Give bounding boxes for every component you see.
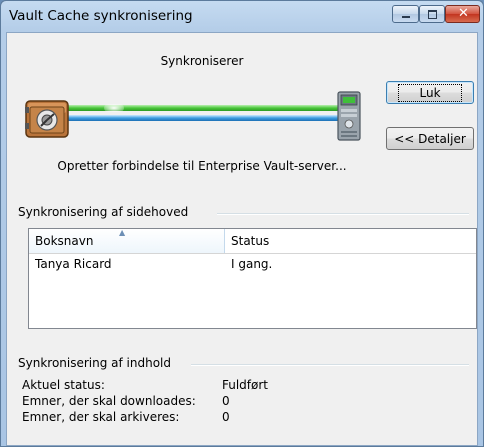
section-divider bbox=[217, 213, 469, 215]
connection-status-text: Opretter forbindelse til Enterprise Vaul… bbox=[57, 159, 347, 173]
info-label: Emner, der skal arkiveres: bbox=[22, 410, 180, 424]
info-value: 0 bbox=[222, 394, 230, 408]
content-sync-section-label: Synkronisering af indhold bbox=[18, 356, 180, 370]
close-button[interactable]: Luk bbox=[386, 81, 474, 104]
info-value: 0 bbox=[222, 410, 230, 424]
mailbox-status: I gang. bbox=[231, 257, 273, 271]
header-sync-section-label: Synkronisering af sidehoved bbox=[18, 205, 197, 219]
vault-safe-icon bbox=[25, 100, 69, 138]
details-button[interactable]: << Detaljer bbox=[386, 127, 474, 150]
close-window-button[interactable] bbox=[445, 5, 480, 23]
mailbox-list[interactable]: Boksnavn ▲ Status Tanya Ricard I gang. bbox=[28, 228, 477, 329]
mailbox-name: Tanya Ricard bbox=[35, 257, 112, 271]
server-icon bbox=[337, 91, 361, 141]
info-label: Emner, der skal downloades: bbox=[22, 394, 196, 408]
sync-dialog-window: Vault Cache synkronisering Synkroniserer bbox=[0, 0, 484, 447]
column-header-mailbox[interactable]: Boksnavn ▲ bbox=[29, 228, 225, 253]
column-header-status[interactable]: Status bbox=[225, 229, 476, 253]
pipe-glow bbox=[104, 104, 124, 112]
sort-ascending-icon: ▲ bbox=[119, 228, 126, 237]
sync-heading: Synkroniserer bbox=[160, 54, 244, 68]
section-divider bbox=[191, 364, 469, 366]
column-header-label: Boksnavn bbox=[35, 234, 94, 248]
title-bar[interactable]: Vault Cache synkronisering bbox=[1, 1, 483, 31]
dialog-client-area: Synkroniserer Opretter forbindelse til E… bbox=[6, 32, 478, 446]
window-title: Vault Cache synkronisering bbox=[9, 8, 193, 24]
blue-pipe bbox=[62, 115, 348, 121]
info-label: Aktuel status: bbox=[22, 378, 105, 392]
list-header: Boksnavn ▲ Status bbox=[29, 228, 476, 254]
maximize-button[interactable] bbox=[419, 5, 445, 23]
list-item[interactable]: Tanya Ricard I gang. bbox=[29, 253, 476, 275]
column-header-label: Status bbox=[231, 234, 270, 248]
sync-animation bbox=[22, 91, 367, 153]
minimize-button[interactable] bbox=[392, 5, 419, 23]
close-button-label: Luk bbox=[398, 83, 462, 102]
info-value: Fuldført bbox=[222, 378, 269, 392]
